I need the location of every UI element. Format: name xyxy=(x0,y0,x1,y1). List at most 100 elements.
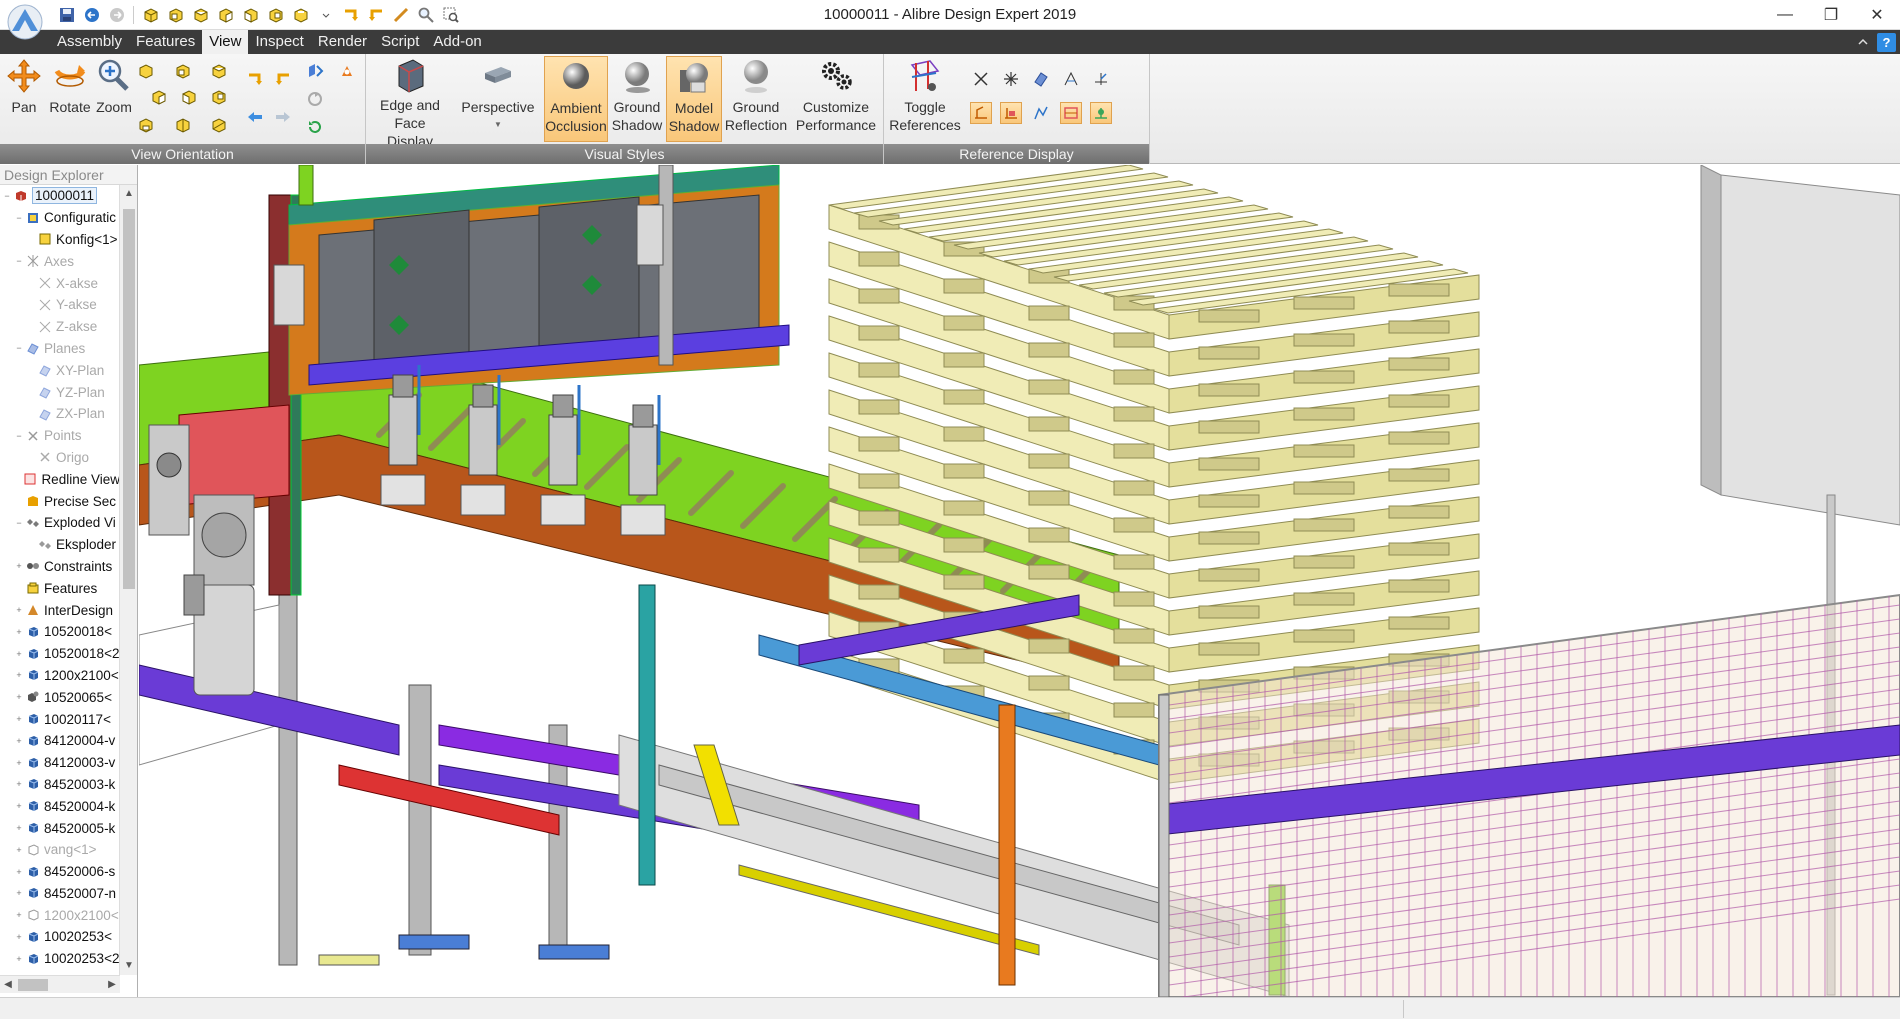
toggle-planes-icon[interactable] xyxy=(1030,68,1052,90)
ground-shadow-button[interactable]: Ground Shadow xyxy=(608,56,666,142)
expand-icon[interactable]: + xyxy=(14,779,24,789)
expand-icon[interactable]: + xyxy=(14,954,24,964)
expand-icon[interactable]: + xyxy=(14,605,24,615)
tree-item[interactable]: +84520003-k xyxy=(0,774,120,796)
expand-icon[interactable]: + xyxy=(14,561,24,571)
toggle-ref-geometry-1-icon[interactable] xyxy=(970,102,992,124)
scroll-right-icon[interactable]: ▶ xyxy=(104,976,120,994)
view-cube-trimetric-icon[interactable] xyxy=(208,114,230,136)
tree-item[interactable]: + InterDesign xyxy=(0,599,120,621)
refresh-view-icon[interactable] xyxy=(304,116,326,138)
toggle-ref-geometry-2-icon[interactable] xyxy=(1000,102,1022,124)
explorer-vertical-scrollbar[interactable]: ▲ ▼ xyxy=(119,185,137,975)
tree-item[interactable]: − Points xyxy=(0,425,120,447)
tree-item[interactable]: +10020253< xyxy=(0,926,120,948)
menu-script[interactable]: Script xyxy=(374,30,426,54)
collapse-icon[interactable]: − xyxy=(14,213,24,223)
expand-icon[interactable]: + xyxy=(14,867,24,877)
normal-to-icon[interactable] xyxy=(336,60,358,82)
tree-item[interactable]: Redline View xyxy=(0,468,120,490)
menu-render[interactable]: Render xyxy=(311,30,374,54)
toggle-points-icon[interactable] xyxy=(1000,68,1022,90)
collapse-icon[interactable]: − xyxy=(14,256,24,266)
pan-button[interactable]: Pan xyxy=(2,56,46,142)
view-cube-back-icon[interactable] xyxy=(208,86,230,108)
view-cube-right-icon[interactable] xyxy=(148,86,170,108)
tree-item[interactable]: +84520004-k xyxy=(0,795,120,817)
model-scene[interactable] xyxy=(139,165,1900,997)
menu-features[interactable]: Features xyxy=(129,30,202,54)
toggle-sketches-icon[interactable] xyxy=(1060,68,1082,90)
view-cube-bottom-icon[interactable] xyxy=(135,114,157,136)
hscrollbar-thumb[interactable] xyxy=(18,979,48,991)
tree-item[interactable]: − Axes xyxy=(0,250,120,272)
tree-item[interactable]: Precise Sec xyxy=(0,490,120,512)
scroll-down-icon[interactable]: ▼ xyxy=(120,957,138,975)
expand-icon[interactable]: + xyxy=(14,714,24,724)
tree-item[interactable]: +10020253<2 xyxy=(0,948,120,970)
perspective-dropdown-icon[interactable]: ▼ xyxy=(494,116,502,134)
tree-item[interactable]: +84120004-v xyxy=(0,730,120,752)
tree-item[interactable]: + vang<1> xyxy=(0,839,120,861)
expand-icon[interactable]: + xyxy=(14,801,24,811)
tree-item[interactable]: Konfig<1> xyxy=(0,229,120,251)
scroll-up-icon[interactable]: ▲ xyxy=(120,185,138,203)
tree-item[interactable]: − Exploded Vi xyxy=(0,512,120,534)
collapse-icon[interactable]: − xyxy=(14,343,24,353)
tree-item[interactable]: +84520007-n xyxy=(0,883,120,905)
next-view-icon[interactable] xyxy=(272,106,294,128)
scrollbar-thumb[interactable] xyxy=(123,209,135,589)
tree-item[interactable]: ZX-Plan xyxy=(0,403,120,425)
tree-item[interactable]: − 10000011 xyxy=(0,185,120,207)
previous-view-icon[interactable] xyxy=(244,106,266,128)
tree-item[interactable]: Z-akse xyxy=(0,316,120,338)
tree-item[interactable]: Features xyxy=(0,577,120,599)
graphics-viewport[interactable] xyxy=(139,165,1900,997)
tree-item[interactable]: Origo xyxy=(0,447,120,469)
tree-item[interactable]: − Planes xyxy=(0,338,120,360)
close-button[interactable]: ✕ xyxy=(1854,0,1900,30)
toggle-references-button[interactable]: Toggle References xyxy=(886,56,964,142)
tree-item[interactable]: − Configuratic xyxy=(0,207,120,229)
scroll-left-icon[interactable]: ◀ xyxy=(0,976,16,994)
ground-reflection-button[interactable]: Ground Reflection xyxy=(722,56,790,142)
tree-item[interactable]: +84520005-k xyxy=(0,817,120,839)
view-cube-dimetric-icon[interactable] xyxy=(172,114,194,136)
toggle-origin-icon[interactable] xyxy=(1090,68,1112,90)
tree-item[interactable]: +10520065< xyxy=(0,686,120,708)
tree-item[interactable]: +10020117< xyxy=(0,708,120,730)
toggle-axes-icon[interactable] xyxy=(970,68,992,90)
expand-icon[interactable]: + xyxy=(14,649,24,659)
expand-icon[interactable]: + xyxy=(14,627,24,637)
toggle-ref-geometry-5-icon[interactable] xyxy=(1090,102,1112,124)
toggle-ref-geometry-4-icon[interactable] xyxy=(1060,102,1082,124)
edge-face-display-button[interactable]: Edge and Face Display xyxy=(370,56,450,149)
expand-icon[interactable]: + xyxy=(14,736,24,746)
rotate-left-icon[interactable] xyxy=(244,68,266,90)
customize-performance-button[interactable]: Customize Performance xyxy=(792,56,880,142)
help-button[interactable]: ? xyxy=(1877,33,1896,52)
collapse-icon[interactable]: − xyxy=(14,431,24,441)
tree-item[interactable]: YZ-Plan xyxy=(0,381,120,403)
expand-icon[interactable]: + xyxy=(14,758,24,768)
tree-item[interactable]: +1200x2100< xyxy=(0,665,120,687)
tree-item[interactable]: + Constraints xyxy=(0,556,120,578)
tree-item[interactable]: Eksploder xyxy=(0,534,120,556)
rotate-button[interactable]: Rotate xyxy=(46,56,94,142)
look-at-icon[interactable] xyxy=(304,60,326,82)
expand-icon[interactable]: + xyxy=(14,823,24,833)
zoom-button[interactable]: Zoom xyxy=(92,56,136,142)
menu-assembly[interactable]: Assembly xyxy=(50,30,129,54)
model-shadow-button[interactable]: Model Shadow xyxy=(666,56,722,142)
view-cube-front-icon[interactable] xyxy=(172,60,194,82)
tree-item[interactable]: +1200x2100< xyxy=(0,904,120,926)
app-logo-icon[interactable] xyxy=(2,1,48,41)
explorer-horizontal-scrollbar[interactable]: ◀ ▶ xyxy=(0,975,120,993)
spin-icon[interactable] xyxy=(304,88,326,110)
tree-item[interactable]: +10520018<2 xyxy=(0,643,120,665)
expand-icon[interactable]: + xyxy=(14,845,24,855)
expand-icon[interactable]: + xyxy=(14,888,24,898)
rotate-right-icon[interactable] xyxy=(272,68,294,90)
tree-item[interactable]: XY-Plan xyxy=(0,359,120,381)
restore-button[interactable]: ❐ xyxy=(1808,0,1854,30)
